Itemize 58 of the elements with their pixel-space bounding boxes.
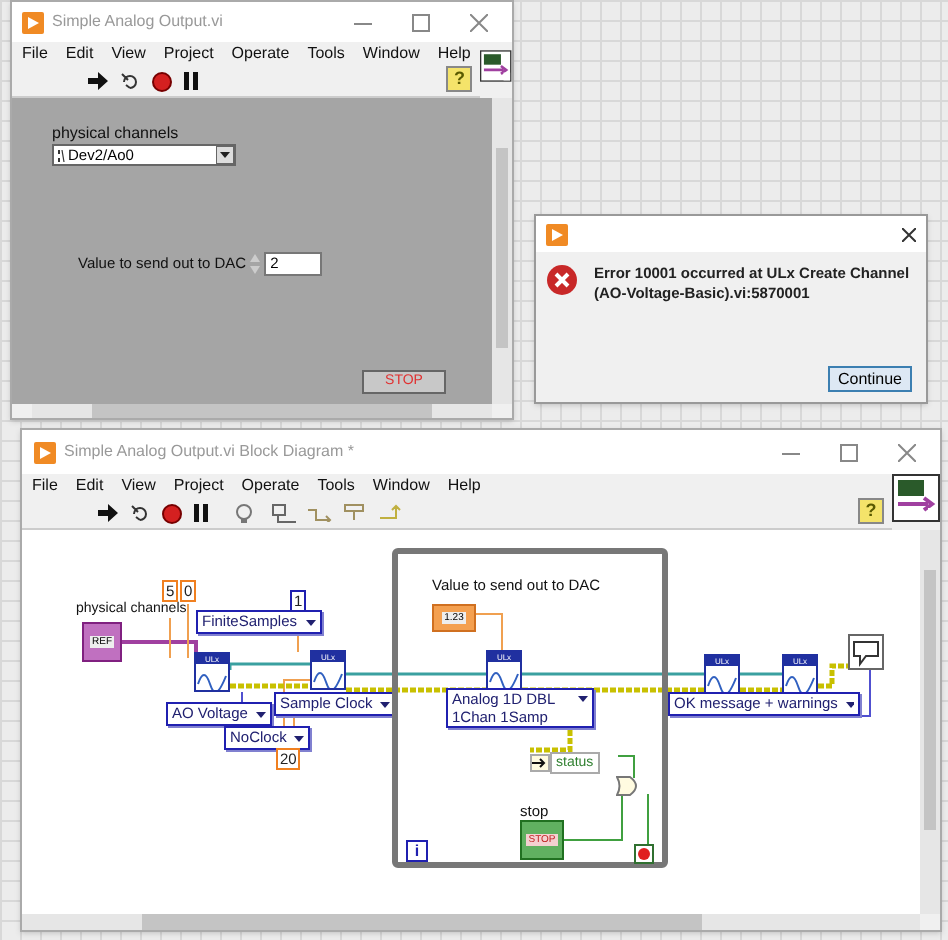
- io-icon: [56, 147, 66, 163]
- menu-item[interactable]: Tools: [317, 474, 355, 498]
- step-out-icon[interactable]: [380, 504, 404, 522]
- run-continuously-icon[interactable]: [120, 71, 140, 91]
- error-icon: [546, 264, 578, 296]
- menu-item[interactable]: File: [22, 42, 48, 66]
- menu-item[interactable]: Edit: [65, 42, 94, 66]
- dropdown-arrow-icon: [294, 735, 305, 741]
- maximize-icon[interactable]: [840, 443, 858, 461]
- menu-item[interactable]: Tools: [307, 42, 345, 66]
- help-icon[interactable]: ?: [858, 498, 884, 524]
- loop-condition-icon: [634, 844, 654, 864]
- abort-icon[interactable]: [162, 503, 182, 523]
- close-icon[interactable]: [902, 227, 916, 241]
- menu-item[interactable]: Window: [362, 42, 420, 66]
- error-handler-icon: [848, 634, 884, 670]
- dropdown-arrow-icon: [380, 701, 391, 707]
- unbundle-icon: [530, 754, 550, 772]
- dropdown-arrow-icon: [578, 696, 588, 702]
- help-icon[interactable]: ?: [446, 66, 473, 92]
- dropdown-arrow-icon: [305, 619, 316, 625]
- lightbulb-icon[interactable]: [236, 503, 252, 523]
- menu-item[interactable]: View: [111, 42, 146, 66]
- menu-item[interactable]: View: [121, 474, 156, 498]
- window-title: Simple Analog Output.vi: [52, 10, 223, 34]
- run-arrow-icon[interactable]: [88, 72, 108, 90]
- iteration-terminal: i: [406, 840, 428, 862]
- horizontal-scrollbar[interactable]: [22, 914, 920, 930]
- window-title: Simple Analog Output.vi Block Diagram *: [64, 440, 354, 464]
- app-logo-icon: [34, 441, 56, 463]
- menu-item[interactable]: Project: [173, 474, 224, 498]
- menu-item[interactable]: Operate: [241, 474, 300, 498]
- menu-item[interactable]: Edit: [75, 474, 104, 498]
- menu-item[interactable]: Help: [437, 42, 471, 66]
- app-logo-icon: [22, 11, 44, 33]
- pause-icon[interactable]: [184, 72, 198, 90]
- menu-item[interactable]: Operate: [231, 42, 290, 66]
- step-over-icon[interactable]: [344, 504, 368, 522]
- menu-item[interactable]: Project: [163, 42, 214, 66]
- control-label: physical channels: [52, 122, 179, 146]
- run-continuously-icon[interactable]: [130, 503, 150, 523]
- vertical-scrollbar[interactable]: [920, 530, 940, 914]
- continue-button[interactable]: Continue: [828, 366, 912, 392]
- dropdown-arrow-icon: [255, 711, 266, 717]
- vertical-scrollbar[interactable]: [492, 98, 512, 404]
- step-into-icon[interactable]: [308, 505, 332, 521]
- menu-item[interactable]: Window: [372, 474, 430, 498]
- menu-item[interactable]: File: [32, 474, 58, 498]
- retain-wire-values-icon[interactable]: [272, 503, 296, 523]
- menu-item[interactable]: Help: [447, 474, 481, 498]
- maximize-icon[interactable]: [412, 13, 430, 31]
- horizontal-scrollbar[interactable]: [32, 404, 492, 418]
- abort-icon[interactable]: [152, 71, 172, 91]
- run-arrow-icon[interactable]: [98, 504, 118, 522]
- dropdown-arrow-icon[interactable]: [216, 146, 234, 164]
- pause-icon[interactable]: [194, 504, 208, 522]
- dropdown-arrow-icon: [845, 701, 854, 707]
- app-logo-icon: [546, 223, 568, 245]
